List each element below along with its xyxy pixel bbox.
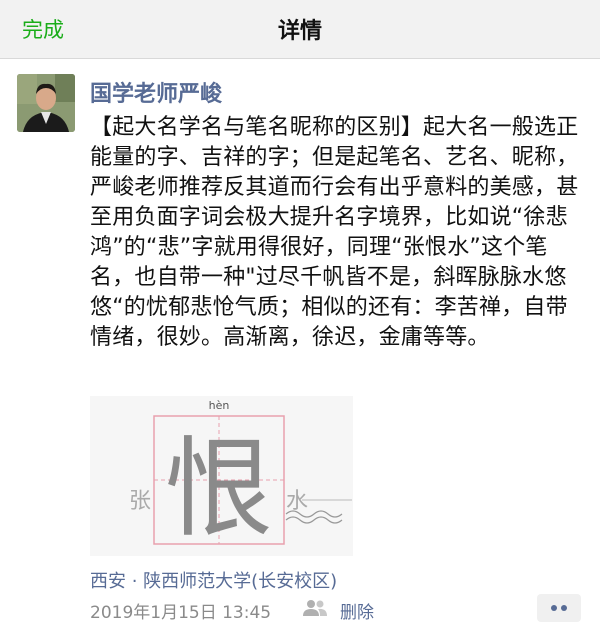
location-link[interactable]: 西安 · 陕西师范大学(长安校区) <box>90 567 337 593</box>
avatar-image <box>17 74 75 132</box>
delete-button[interactable]: 删除 <box>340 598 374 623</box>
right-character: 水 <box>286 489 308 514</box>
post-image[interactable]: hèn 恨 张 水 <box>90 396 353 556</box>
hen-character-image: hèn 恨 张 水 <box>90 396 353 556</box>
more-dots-icon <box>551 605 567 611</box>
pinyin-label: hèn <box>209 399 230 412</box>
post-timestamp: 2019年1月15日 13:45 <box>90 603 272 623</box>
main-character: 恨 <box>165 427 273 552</box>
post-text: 【起大名学名与笔名昵称的区别】起大名一般选正能量的字、吉祥的字；但是起笔名、艺名… <box>90 115 579 350</box>
left-character: 张 <box>129 489 151 514</box>
more-button[interactable] <box>537 594 581 622</box>
avatar[interactable] <box>17 74 75 132</box>
post-author-name[interactable]: 国学老师严峻 <box>90 76 222 108</box>
top-nav-bar: 完成 详情 <box>0 0 600 59</box>
page-title: 详情 <box>277 19 322 44</box>
people-icon[interactable] <box>302 599 328 617</box>
